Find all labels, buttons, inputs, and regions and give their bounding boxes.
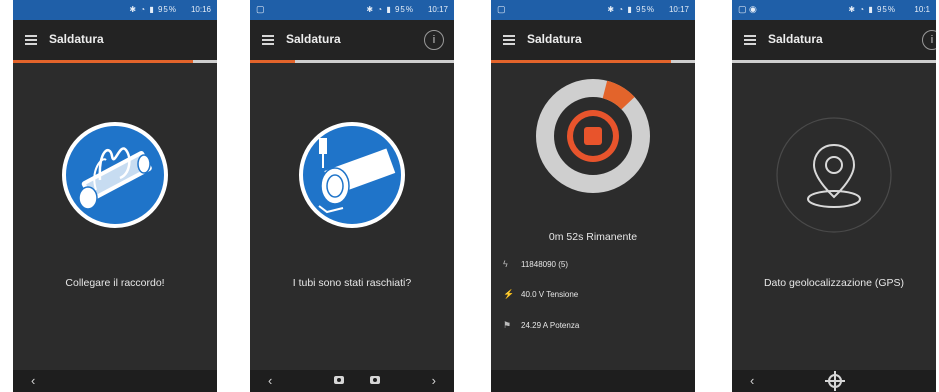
app-bar: Saldatura	[491, 20, 695, 60]
app-title: Saldatura	[768, 32, 823, 46]
flag-icon: ⚑	[503, 320, 512, 330]
app-bar: Saldatura i	[250, 20, 454, 60]
back-button[interactable]: ‹	[31, 373, 35, 388]
bottom-nav: ‹ ›	[250, 370, 454, 392]
status-bar: ✱ ◔ ▮ 95% 10:16	[13, 0, 217, 20]
screen-tubi-raschiati: ▢ ✱ ◔ ▮ 95% 10:17 Saldatura i I tubi son…	[250, 0, 454, 392]
screen-gps: ▢ ◉ ✱ ◔ ▮ 95% 10:1 Saldatura i Dato geol…	[732, 0, 936, 392]
status-bar: ▢ ✱ ◔ ▮ 95% 10:17	[491, 0, 695, 20]
status-icons: ✱ ◔ ▮ 95%	[848, 5, 896, 14]
signal-icon: ϟ	[503, 259, 508, 269]
app-title: Saldatura	[286, 32, 341, 46]
stat-voltage: ⚡ 40.0 V Tensione	[503, 289, 579, 299]
status-time: 10:1	[914, 5, 930, 14]
status-icons: ✱ ◔ ▮ 95%	[607, 5, 655, 14]
status-icons: ✱ ◔ ▮ 95%	[129, 5, 177, 14]
bottom-nav	[491, 370, 695, 392]
content: 0m 52s Rimanente ϟ 11848090 (5) ⚡ 40.0 V T…	[491, 63, 695, 370]
app-title: Saldatura	[49, 32, 104, 46]
location-pin-icon	[776, 117, 892, 233]
gps-locate-icon[interactable]	[825, 371, 845, 391]
status-time: 10:16	[190, 5, 211, 14]
status-time: 10:17	[427, 5, 448, 14]
stat-power: ⚑ 24.29 A Potenza	[503, 320, 580, 330]
scraper-illustration-icon	[299, 122, 405, 228]
timer-ring	[536, 79, 650, 193]
info-icon[interactable]: i	[922, 30, 936, 50]
info-icon[interactable]: i	[424, 30, 444, 50]
menu-icon[interactable]	[503, 35, 515, 45]
back-button[interactable]: ‹	[750, 373, 754, 388]
app-bar: Saldatura i	[732, 20, 936, 60]
remaining-time: 0m 52s Rimanente	[548, 231, 638, 243]
status-icons: ✱ ◔ ▮ 95%	[366, 5, 414, 14]
menu-icon[interactable]	[25, 35, 37, 45]
notification-icon: ▢	[256, 4, 265, 14]
bottom-nav: ‹	[732, 370, 936, 392]
screen-collegare-raccordo: ✱ ◔ ▮ 95% 10:16 Saldatura Collegare il r…	[13, 0, 217, 392]
stat-signal: ϟ 11848090 (5)	[503, 259, 568, 269]
content: Dato geolocalizzazione (GPS)	[732, 63, 936, 370]
notification-icon: ▢	[497, 4, 506, 14]
status-time: 10:17	[668, 5, 689, 14]
camera-icon[interactable]	[334, 376, 344, 384]
content: Collegare il raccordo!	[13, 63, 217, 370]
notification-icon: ▢ ◉	[738, 4, 757, 14]
stop-icon[interactable]	[584, 127, 602, 145]
menu-icon[interactable]	[262, 35, 274, 45]
menu-icon[interactable]	[744, 35, 756, 45]
step-caption: Dato geolocalizzazione (GPS)	[763, 277, 905, 289]
voltage-icon: ⚡	[503, 289, 515, 299]
screen-saldatura-in-corso: ▢ ✱ ◔ ▮ 95% 10:17 Saldatura 0m 52s Riman…	[491, 0, 695, 392]
camera-icon[interactable]	[370, 376, 380, 384]
next-button[interactable]: ›	[432, 373, 436, 388]
content: I tubi sono stati raschiati?	[250, 63, 454, 370]
back-button[interactable]: ‹	[268, 373, 272, 388]
step-caption: I tubi sono stati raschiati?	[292, 277, 412, 289]
status-bar: ▢ ◉ ✱ ◔ ▮ 95% 10:1	[732, 0, 936, 20]
bottom-nav: ‹	[13, 370, 217, 392]
app-bar: Saldatura	[13, 20, 217, 60]
app-title: Saldatura	[527, 32, 582, 46]
status-bar: ▢ ✱ ◔ ▮ 95% 10:17	[250, 0, 454, 20]
step-caption: Collegare il raccordo!	[65, 277, 165, 289]
coupler-illustration-icon	[62, 122, 168, 228]
